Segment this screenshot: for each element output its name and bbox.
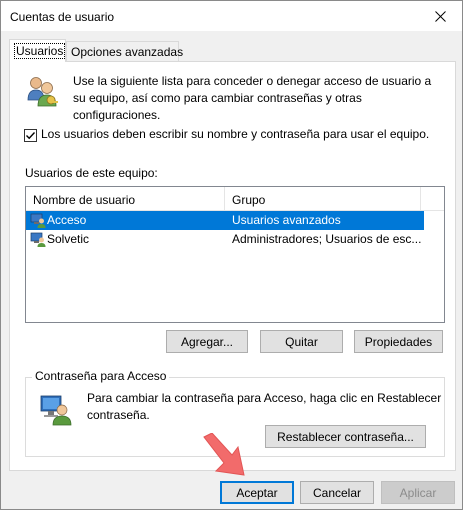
user-account-icon xyxy=(30,232,46,247)
users-listview[interactable]: Nombre de usuario Grupo Acceso Usuarios … xyxy=(25,186,445,323)
column-header-group-label: Grupo xyxy=(232,193,266,207)
pointer-arrow-icon xyxy=(203,433,245,476)
users-list-label: Usuarios de este equipo: xyxy=(25,166,158,180)
reset-password-button[interactable]: Restablecer contraseña... xyxy=(265,425,426,448)
intro-text: Use la siguiente lista para conceder o d… xyxy=(73,74,432,122)
row-group: Usuarios avanzados xyxy=(232,213,341,227)
apply-button[interactable]: Aplicar xyxy=(381,481,455,504)
tab-panel-usuarios: Use la siguiente lista para conceder o d… xyxy=(9,61,456,471)
remove-user-button[interactable]: Quitar xyxy=(260,330,343,353)
column-header-group[interactable]: Grupo xyxy=(225,187,421,211)
ok-button[interactable]: Aceptar xyxy=(220,481,294,504)
tab-opciones-avanzadas[interactable]: Opciones avanzadas xyxy=(66,41,183,61)
row-username: Solvetic xyxy=(47,232,90,246)
checkmark-icon xyxy=(26,132,36,140)
add-user-button[interactable]: Agregar... xyxy=(166,330,248,353)
tab-usuarios-label: Usuarios xyxy=(14,43,66,59)
column-header-username[interactable]: Nombre de usuario xyxy=(26,187,225,211)
column-header-username-label: Nombre de usuario xyxy=(33,193,136,207)
listview-header: Nombre de usuario Grupo xyxy=(26,187,444,211)
password-group-text: Para cambiar la contraseña para Acceso, … xyxy=(87,391,442,422)
user-accounts-window: Cuentas de usuario Usuarios Opciones ava… xyxy=(0,0,463,510)
cancel-button[interactable]: Cancelar xyxy=(300,481,374,504)
login-required-checkbox[interactable] xyxy=(24,129,37,142)
title-bar: Cuentas de usuario xyxy=(1,1,462,31)
row-group: Administradores; Usuarios de esc... xyxy=(232,232,422,246)
table-row[interactable]: Acceso Usuarios avanzados xyxy=(26,211,424,230)
tab-usuarios[interactable]: Usuarios xyxy=(9,39,66,62)
window-title: Cuentas de usuario xyxy=(10,10,115,24)
close-button[interactable] xyxy=(418,1,462,31)
password-group-label: Contraseña para Acceso xyxy=(32,369,170,383)
properties-button[interactable]: Propiedades xyxy=(354,330,443,353)
tab-opciones-avanzadas-label: Opciones avanzadas xyxy=(71,45,184,59)
users-icon xyxy=(27,77,58,107)
table-row[interactable]: Solvetic Administradores; Usuarios de es… xyxy=(26,230,424,249)
row-username: Acceso xyxy=(47,213,87,227)
account-password-icon xyxy=(40,395,72,426)
login-required-label[interactable]: Los usuarios deben escribir su nombre y … xyxy=(41,126,441,143)
user-account-icon xyxy=(30,213,46,228)
close-icon xyxy=(434,10,446,22)
